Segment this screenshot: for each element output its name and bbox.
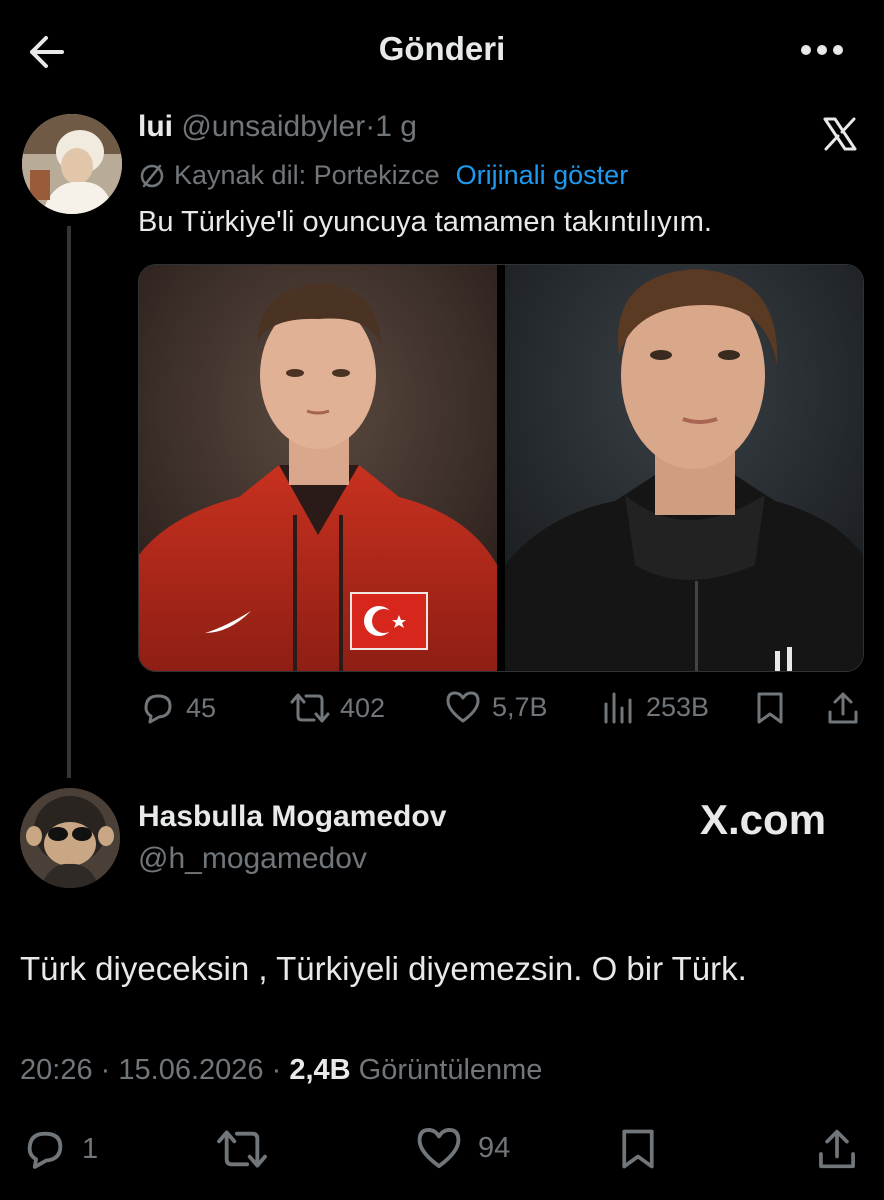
share-action[interactable] [826,690,870,726]
like-count: 94 [478,1131,511,1164]
views-action[interactable]: 253B [602,690,709,724]
like-count: 5,7B [492,691,548,722]
reply-icon [27,1131,63,1169]
player-photo-left[interactable] [139,265,497,671]
user-handle[interactable]: @unsaidbyler [181,110,365,143]
source-language-label: Kaynak dil: Portekizce [174,160,440,190]
repost-icon [217,1130,267,1168]
reply-action[interactable]: 45 [140,690,216,726]
top-bar: Gönderi [0,0,884,100]
page-title: Gönderi [378,30,506,67]
avatar[interactable] [22,114,122,214]
display-name[interactable]: Hasbulla Mogamedov [138,800,446,834]
show-original-link[interactable]: Orijinali göster [456,160,629,191]
separator-dot: · [100,1054,111,1086]
separator-dot: · [271,1054,282,1086]
separator-dot: · [365,110,376,143]
translate-icon [140,164,164,187]
more-horizontal-icon[interactable] [800,44,844,56]
analytics-icon [604,692,632,724]
x-logo-icon [823,117,857,151]
reply-post-text: Türk diyeceksin , Türkiyeli diyemezsin. … [20,950,747,987]
post-time[interactable]: 1 g [375,110,417,143]
post-meta: 20:26 · 15.06.2026 · 2,4B Görüntülenme [20,1054,542,1087]
bookmark-icon [622,1129,654,1169]
quoted-post-actions: 45 402 5,7B 253B [138,690,864,734]
post-media[interactable] [138,264,864,672]
heart-icon [446,691,480,723]
quoted-post-header: lui @unsaidbyler·1 g [138,110,417,144]
views-count[interactable]: 2,4B [289,1054,350,1086]
share-icon [819,1129,855,1169]
repost-action[interactable]: 402 [290,690,385,726]
views-count: 253B [646,691,710,722]
repost-count: 402 [340,692,386,723]
repost-action[interactable] [216,1126,282,1172]
quoted-post-text: Bu Türkiye'li oyuncuya tamamen takıntılı… [138,206,712,238]
heart-icon [417,1127,461,1169]
share-icon [828,692,858,724]
reply-post-actions: 1 94 [0,1126,884,1176]
bookmark-action[interactable] [618,1126,672,1172]
reply-count: 1 [82,1132,99,1165]
reply-action[interactable]: 1 [22,1126,98,1172]
watermark-text: X.com [700,796,827,843]
avatar[interactable] [20,788,120,888]
views-label: Görüntülenme [358,1054,543,1086]
post-date[interactable]: 15.06.2026 [118,1054,263,1086]
like-action[interactable]: 5,7B [444,690,548,724]
watermark: X.com [700,796,826,844]
reply-icon [144,694,172,724]
bookmark-action[interactable] [754,690,796,726]
bookmark-icon [757,692,783,724]
like-action[interactable]: 94 [414,1126,510,1170]
display-name[interactable]: lui [138,110,173,143]
repost-icon [290,693,330,723]
user-handle[interactable]: @h_mogamedov [138,842,367,876]
player-photo-right[interactable] [505,265,863,671]
translation-row: Kaynak dil: Portekizce Orijinali göster [138,160,628,191]
post-time[interactable]: 20:26 [20,1054,93,1086]
reply-count: 45 [186,692,217,723]
share-action[interactable] [816,1126,872,1172]
thread-line [67,226,71,778]
